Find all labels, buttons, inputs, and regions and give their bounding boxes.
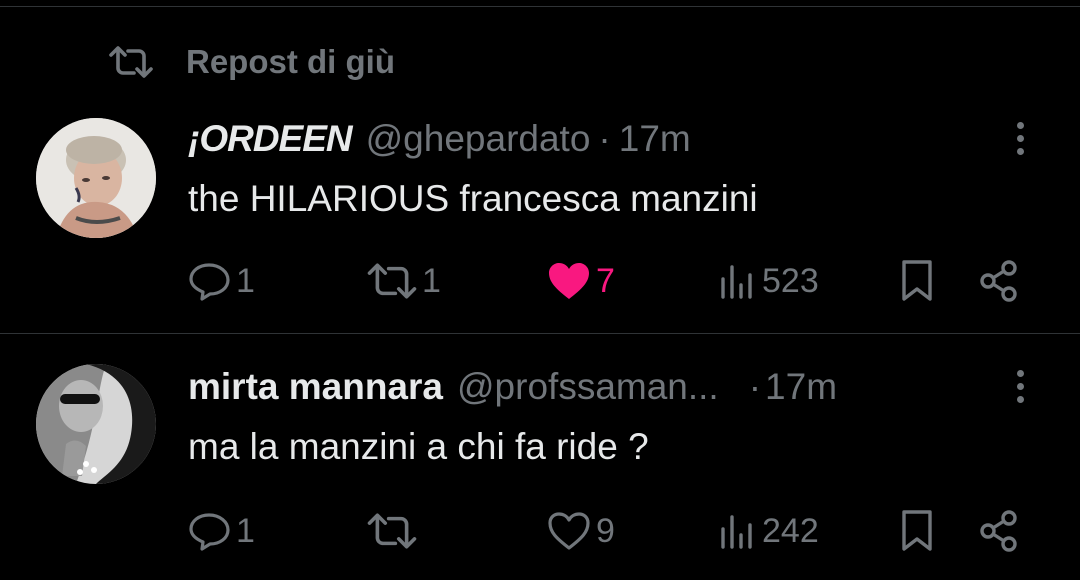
repost-label: Repost di giù	[186, 43, 395, 80]
like-button[interactable]: 7	[546, 256, 615, 306]
views-icon	[721, 265, 752, 299]
views-button[interactable]: 523	[718, 256, 819, 306]
reply-button[interactable]: 1	[188, 256, 255, 306]
action-bar: 1 9 242	[0, 506, 1080, 556]
share-icon	[980, 260, 1017, 302]
tweet[interactable]: ¡ORDEEN @ghepardato · 17m the HILARIOUS …	[0, 100, 1080, 332]
like-icon	[549, 263, 589, 299]
views-count: 523	[762, 261, 819, 300]
avatar-image	[36, 118, 156, 238]
repost-icon	[367, 263, 417, 299]
repost-button[interactable]	[366, 506, 422, 556]
handle[interactable]: @profssaman...	[457, 366, 719, 408]
repost-count: 1	[422, 261, 441, 300]
bookmark-button[interactable]	[898, 256, 936, 306]
repost-icon	[109, 46, 153, 78]
like-icon	[548, 512, 590, 550]
share-button[interactable]	[978, 256, 1022, 306]
repost-context[interactable]: Repost di giù	[108, 42, 395, 82]
more-icon[interactable]	[1008, 370, 1032, 410]
views-button[interactable]: 242	[718, 506, 819, 556]
bookmark-icon	[902, 510, 932, 551]
reply-count: 1	[236, 511, 255, 550]
tweet-text: ma la manzini a chi fa ride ?	[188, 426, 649, 467]
views-count: 242	[762, 511, 819, 550]
tweet-header: mirta mannara @profssaman... · 17m	[188, 364, 837, 410]
separator: ·	[598, 118, 611, 159]
tweet-header: ¡ORDEEN @ghepardato · 17m	[188, 116, 691, 162]
share-icon	[980, 510, 1017, 552]
bookmark-button[interactable]	[898, 506, 936, 556]
avatar[interactable]	[36, 364, 156, 484]
more-icon[interactable]	[1008, 122, 1032, 162]
like-count: 7	[596, 261, 615, 300]
views-icon	[721, 515, 752, 549]
display-name[interactable]: ¡ORDEEN	[188, 118, 353, 160]
display-name[interactable]: mirta mannara	[188, 366, 443, 408]
like-count: 9	[596, 511, 615, 550]
separator: ·	[748, 366, 762, 407]
repost-button[interactable]: 1	[366, 256, 441, 306]
reply-icon	[189, 513, 230, 551]
timestamp[interactable]: 17m	[619, 118, 691, 160]
handle[interactable]: @ghepardato	[366, 118, 591, 160]
timeline: Repost di giù ¡ORDEEN @ghepardato · 17m	[0, 0, 1080, 580]
reply-icon	[189, 263, 230, 301]
repost-icon	[367, 513, 417, 549]
like-button[interactable]: 9	[546, 506, 615, 556]
top-divider	[0, 6, 1080, 7]
reply-count: 1	[236, 261, 255, 300]
action-bar: 1 1 7 523	[0, 256, 1080, 306]
tweet-text: the HILARIOUS francesca manzini	[188, 178, 758, 219]
reply-button[interactable]: 1	[188, 506, 255, 556]
share-button[interactable]	[978, 506, 1022, 556]
avatar[interactable]	[36, 118, 156, 238]
tweet[interactable]: mirta mannara @profssaman... · 17m ma la…	[0, 334, 1080, 580]
avatar-image	[36, 364, 156, 484]
bookmark-icon	[902, 260, 932, 301]
timestamp[interactable]: 17m	[765, 366, 837, 408]
